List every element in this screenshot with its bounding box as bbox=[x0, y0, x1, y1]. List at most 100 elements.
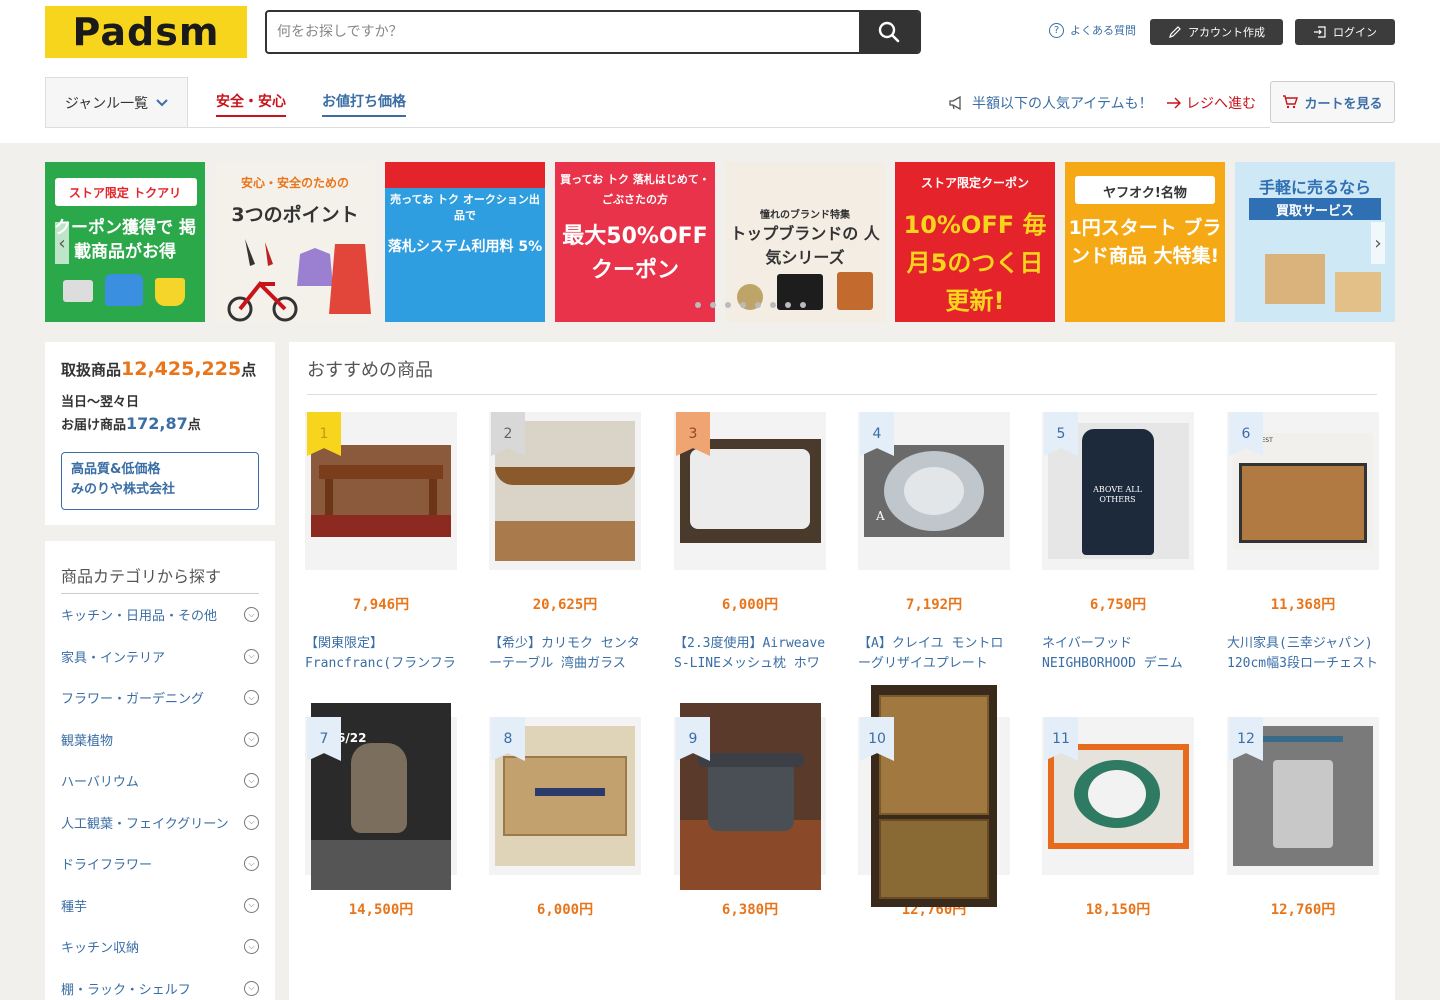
create-account-button[interactable]: アカウント作成 bbox=[1150, 19, 1283, 45]
genre-dropdown[interactable]: ジャンル一覧 bbox=[45, 77, 188, 128]
banner-buy[interactable]: 買ってお トク 落札はじめて・ごぶさたの方 最大50%OFF クーポン bbox=[555, 162, 715, 322]
nav-deal-link[interactable]: お値打ち価格 bbox=[322, 91, 406, 117]
banner-text: 憧れのブランド特集 bbox=[760, 210, 850, 221]
carousel-dot[interactable] bbox=[740, 302, 746, 308]
search-input[interactable] bbox=[267, 12, 859, 52]
banner-text: 安心・安全のための bbox=[240, 176, 349, 190]
shop-tagline: 高品質&低価格 bbox=[71, 462, 161, 477]
carousel-dot[interactable] bbox=[785, 302, 791, 308]
product-image[interactable]: 8 bbox=[489, 717, 641, 875]
delivery-items: 当日〜翌々日 お届け商品172,87点 bbox=[61, 392, 259, 436]
carousel-dot[interactable] bbox=[800, 302, 806, 308]
chevron-down-icon[interactable]: ⌵ bbox=[244, 939, 259, 955]
carousel-dot[interactable] bbox=[710, 302, 716, 308]
shop-link[interactable]: 高品質&低価格 みのりや株式会社 bbox=[61, 452, 259, 510]
product-image[interactable]: 9 bbox=[674, 702, 826, 890]
banner-brand[interactable]: 憧れのブランド特集 トップブランドの 人気シリーズ bbox=[725, 162, 885, 322]
product-name[interactable] bbox=[858, 939, 1010, 979]
banner-safety[interactable]: 安心・安全のための 3つのポイント bbox=[215, 162, 375, 322]
product-image[interactable]: 1 bbox=[305, 412, 457, 570]
carousel-dot[interactable] bbox=[725, 302, 731, 308]
carousel-prev-button[interactable]: ‹ bbox=[55, 222, 69, 264]
product-image[interactable]: 10 bbox=[858, 685, 1010, 907]
category-item[interactable]: 家具・インテリア ⌵ bbox=[61, 636, 259, 678]
product-price: 12,760円 bbox=[1270, 902, 1336, 918]
search-button[interactable] bbox=[859, 12, 919, 52]
nav-safe-link[interactable]: 安全・安心 bbox=[216, 91, 286, 117]
product-name[interactable]: 大川家具(三幸ジャパン) 120cm幅3段ローチェスト bbox=[1227, 634, 1379, 674]
carousel-next-button[interactable]: › bbox=[1371, 222, 1385, 264]
product-name[interactable]: ネイバーフッド NEIGHBORHOOD デニムエプロン bbox=[1042, 634, 1194, 674]
product-card[interactable]: LOWCHEST 6 11,368円 大川家具(三幸ジャパン) 120cm幅3段… bbox=[1227, 412, 1379, 674]
promo-link[interactable]: 半額以下の人気アイテムも！ bbox=[948, 93, 1153, 113]
banner-auction[interactable]: ヤフオク!名物 1円スタート ブランド商品 大特集! bbox=[1065, 162, 1225, 322]
product-name[interactable] bbox=[1227, 939, 1379, 979]
category-item[interactable]: 棚・ラック・シェルフ ⌵ bbox=[61, 968, 259, 1000]
chevron-down-icon[interactable]: ⌵ bbox=[244, 980, 259, 996]
product-name[interactable] bbox=[674, 939, 826, 979]
product-image[interactable]: 12 bbox=[1227, 717, 1379, 875]
product-card[interactable]: 8 6,000円 bbox=[489, 717, 641, 979]
product-image[interactable]: 2 bbox=[489, 412, 641, 570]
product-image[interactable]: A 4 bbox=[858, 412, 1010, 570]
product-price: 7,946円 bbox=[352, 597, 410, 613]
site-logo[interactable]: Padsm bbox=[45, 6, 247, 58]
product-image[interactable]: 11 bbox=[1042, 717, 1194, 875]
product-name[interactable] bbox=[1042, 939, 1194, 979]
category-label: ドライフラワー bbox=[61, 858, 153, 874]
product-image[interactable]: ABOVE ALL OTHERS 5 bbox=[1042, 412, 1194, 570]
product-card[interactable]: 6/22 7 14,500円 bbox=[305, 702, 457, 979]
product-name[interactable] bbox=[305, 939, 457, 979]
category-item[interactable]: ドライフラワー ⌵ bbox=[61, 843, 259, 885]
category-item[interactable]: キッチン・日用品・その他 ⌵ bbox=[61, 594, 259, 636]
chevron-down-icon[interactable]: ⌵ bbox=[244, 773, 259, 789]
category-item[interactable]: キッチン収納 ⌵ bbox=[61, 926, 259, 968]
product-card[interactable]: 11 18,150円 bbox=[1042, 717, 1194, 979]
category-item[interactable]: 種芋 ⌵ bbox=[61, 885, 259, 927]
category-item[interactable]: フラワー・ガーデニング ⌵ bbox=[61, 677, 259, 719]
product-card[interactable]: 12 12,760円 bbox=[1227, 717, 1379, 979]
product-card[interactable]: A 4 7,192円 【A】クレイユ モントローグリザイユプレート bbox=[858, 412, 1010, 674]
banner-text: 3つのポイント bbox=[231, 204, 359, 226]
banner-tokuari[interactable]: ストア限定 トクアリ クーポン獲得で 掲載商品がお得 bbox=[45, 162, 205, 322]
chevron-down-icon[interactable]: ⌵ bbox=[244, 690, 259, 706]
delivery-label: お届け商品 bbox=[61, 418, 127, 433]
category-label: 観葉植物 bbox=[61, 733, 114, 749]
banner-coupon[interactable]: ストア限定クーポン 10%OFF 毎月5のつく日 更新! bbox=[895, 162, 1055, 322]
product-card[interactable]: 9 6,380円 bbox=[674, 702, 826, 979]
chevron-down-icon[interactable]: ⌵ bbox=[244, 731, 259, 747]
category-item[interactable]: 人工観葉・フェイクグリーン ⌵ bbox=[61, 802, 259, 844]
chevron-down-icon[interactable]: ⌵ bbox=[244, 607, 259, 623]
product-card[interactable]: 10 12,760円 bbox=[858, 685, 1010, 979]
carousel-dot[interactable] bbox=[755, 302, 761, 308]
register-link[interactable]: レジへ進む bbox=[1166, 93, 1256, 113]
chevron-down-icon[interactable]: ⌵ bbox=[244, 814, 259, 830]
login-button[interactable]: ログイン bbox=[1295, 19, 1395, 45]
banner-sell[interactable]: 売ってお トク オークション出品で 落札システム利用料 5% bbox=[385, 162, 545, 322]
faq-link[interactable]: ? よくある質問 bbox=[1049, 22, 1136, 38]
chevron-down-icon[interactable]: ⌵ bbox=[244, 856, 259, 872]
product-card[interactable]: ABOVE ALL OTHERS 5 6,750円 ネイバーフッド NEIGHB… bbox=[1042, 412, 1194, 674]
product-name[interactable] bbox=[489, 939, 641, 979]
product-price: 14,500円 bbox=[348, 902, 414, 918]
chevron-down-icon[interactable]: ⌵ bbox=[244, 897, 259, 913]
cart-button[interactable]: カートを見る bbox=[1270, 81, 1395, 123]
product-card[interactable]: 3 6,000円 【2.3度使用】Airweave S-LINEメッシュ枕 ホワ… bbox=[674, 412, 826, 674]
product-price: 6,000円 bbox=[721, 597, 779, 613]
category-item[interactable]: 観葉植物 ⌵ bbox=[61, 719, 259, 761]
banner-text: ストア限定 トクアリ bbox=[68, 186, 182, 200]
category-item[interactable]: ハーバリウム ⌵ bbox=[61, 760, 259, 802]
product-name[interactable]: 【A】クレイユ モントローグリザイユプレート bbox=[858, 634, 1010, 674]
product-name[interactable]: 【希少】カリモク センターテーブル 湾曲ガラス bbox=[489, 634, 641, 674]
chevron-down-icon[interactable]: ⌵ bbox=[244, 648, 259, 664]
product-image[interactable]: 6/22 7 bbox=[305, 702, 457, 890]
delivery-value: 172,87 bbox=[126, 414, 188, 433]
product-image[interactable]: LOWCHEST 6 bbox=[1227, 412, 1379, 570]
product-card[interactable]: 1 7,946円 【関東限定】Francfranc(フランフラン) bbox=[305, 412, 457, 674]
product-name[interactable]: 【関東限定】Francfranc(フランフラン) bbox=[305, 634, 457, 674]
product-image[interactable]: 3 bbox=[674, 412, 826, 570]
carousel-dot[interactable] bbox=[695, 302, 701, 308]
product-card[interactable]: 2 20,625円 【希少】カリモク センターテーブル 湾曲ガラス bbox=[489, 412, 641, 674]
product-name[interactable]: 【2.3度使用】Airweave S-LINEメッシュ枕 ホワイト bbox=[674, 634, 826, 674]
carousel-dot[interactable] bbox=[770, 302, 776, 308]
